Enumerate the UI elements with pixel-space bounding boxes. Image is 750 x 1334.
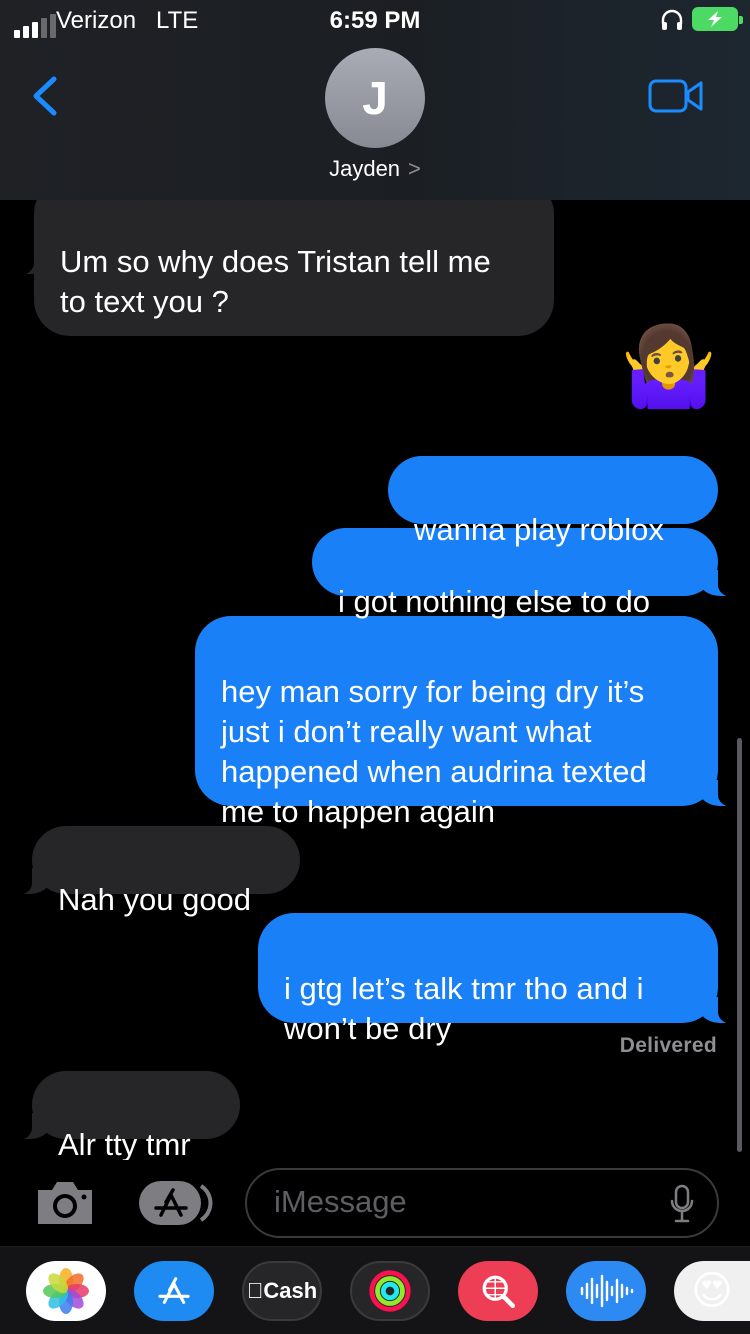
facetime-video-icon[interactable] xyxy=(648,78,704,114)
camera-icon[interactable] xyxy=(34,1178,96,1228)
message-incoming[interactable]: Alr tty tmr xyxy=(14,1071,240,1160)
message-outgoing[interactable]: wanna play roblox xyxy=(388,456,718,547)
message-text: i gtg let’s talk tmr tho and i won’t be … xyxy=(284,971,644,1046)
shrug-emoji: 🤷‍♀️ xyxy=(620,322,718,410)
apple-cash-icon[interactable]: Cash xyxy=(242,1261,322,1321)
photos-icon[interactable] xyxy=(26,1261,106,1321)
message-text: Alr tty tmr xyxy=(58,1127,191,1160)
memoji-emoji: 😍 xyxy=(691,1269,733,1313)
contact-name: Jayden xyxy=(329,156,401,181)
app-store-icon[interactable] xyxy=(134,1261,214,1321)
contact-avatar[interactable]: J xyxy=(325,48,425,148)
message-outgoing[interactable]: hey man sorry for being dry it’s just i … xyxy=(195,616,736,829)
delivered-status: Delivered xyxy=(619,1034,717,1057)
message-text: Nah you good xyxy=(58,882,252,917)
battery-icon xyxy=(692,7,743,31)
message-text: Um so why does Tristan tell me to text y… xyxy=(60,244,491,319)
message-text: wanna play roblox xyxy=(414,512,664,547)
app-store-button-icon[interactable] xyxy=(135,1178,215,1228)
apple-logo-icon:  xyxy=(247,1278,264,1304)
message-outgoing[interactable]: i gtg let’s talk tmr tho and i won’t be … xyxy=(258,913,736,1046)
app-drawer: Cash 😍 xyxy=(0,1246,750,1334)
status-bar: Verizon LTE 6:59 PM xyxy=(0,0,750,40)
message-emoji[interactable]: 🤷‍♀️ xyxy=(620,318,717,414)
headphones-icon xyxy=(661,9,683,30)
message-input[interactable]: iMessage xyxy=(245,1168,719,1238)
conversation-header: Verizon LTE 6:59 PM J Jayden > xyxy=(0,0,750,200)
message-text: hey man sorry for being dry it’s just i … xyxy=(221,674,647,829)
message-incoming[interactable]: Um so why does Tristan tell me to text y… xyxy=(34,178,554,336)
image-search-icon[interactable] xyxy=(458,1261,538,1321)
message-incoming[interactable]: Nah you good xyxy=(14,826,300,917)
contact-name-button[interactable]: Jayden > xyxy=(0,156,750,182)
activity-icon[interactable] xyxy=(350,1261,430,1321)
microphone-icon[interactable] xyxy=(669,1184,695,1224)
message-text: i got nothing else to do xyxy=(338,584,650,619)
back-chevron-icon[interactable] xyxy=(28,76,64,116)
chevron-right-icon: > xyxy=(408,156,421,181)
avatar-initial: J xyxy=(362,72,388,124)
audio-message-icon[interactable] xyxy=(566,1261,646,1321)
memoji-icon[interactable]: 😍 xyxy=(674,1261,750,1321)
cash-label: Cash xyxy=(255,1278,317,1303)
scroll-indicator[interactable] xyxy=(737,738,742,1152)
status-time: 6:59 PM xyxy=(329,7,421,34)
message-input-placeholder: iMessage xyxy=(274,1184,407,1219)
